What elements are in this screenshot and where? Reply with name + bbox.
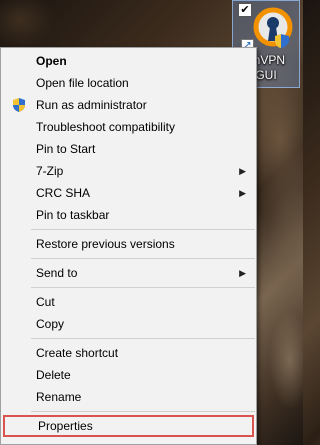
menu-item-open[interactable]: Open [1, 50, 256, 72]
chevron-right-icon: ▶ [239, 166, 246, 176]
openvpn-app-icon [253, 7, 293, 48]
menu-item-cut[interactable]: Cut [1, 291, 256, 313]
menu-item-delete[interactable]: Delete [1, 364, 256, 386]
menu-separator [31, 229, 255, 230]
chevron-right-icon: ▶ [239, 268, 246, 278]
menu-item-run-as-administrator[interactable]: Run as administrator [1, 94, 256, 116]
menu-separator [31, 338, 255, 339]
menu-item-copy[interactable]: Copy [1, 313, 256, 335]
menu-item-open-file-location[interactable]: Open file location [1, 72, 256, 94]
menu-item-rename[interactable]: Rename [1, 386, 256, 408]
chevron-right-icon: ▶ [239, 188, 246, 198]
menu-item-troubleshoot-compatibility[interactable]: Troubleshoot compatibility [1, 116, 256, 138]
menu-item-crc-sha[interactable]: CRC SHA ▶ [1, 182, 256, 204]
context-menu: Open Open file location Run as administr… [0, 47, 257, 445]
menu-separator [31, 411, 255, 412]
menu-separator [31, 287, 255, 288]
menu-separator [31, 258, 255, 259]
menu-item-send-to[interactable]: Send to ▶ [1, 262, 256, 284]
menu-item-create-shortcut[interactable]: Create shortcut [1, 342, 256, 364]
uac-shield-icon [13, 98, 25, 112]
selection-checkbox-icon[interactable]: ✔ [238, 3, 252, 17]
menu-item-restore-previous-versions[interactable]: Restore previous versions [1, 233, 256, 255]
menu-item-pin-to-taskbar[interactable]: Pin to taskbar [1, 204, 256, 226]
menu-item-7zip[interactable]: 7-Zip ▶ [1, 160, 256, 182]
menu-item-properties[interactable]: Properties [3, 415, 254, 437]
menu-item-pin-to-start[interactable]: Pin to Start [1, 138, 256, 160]
